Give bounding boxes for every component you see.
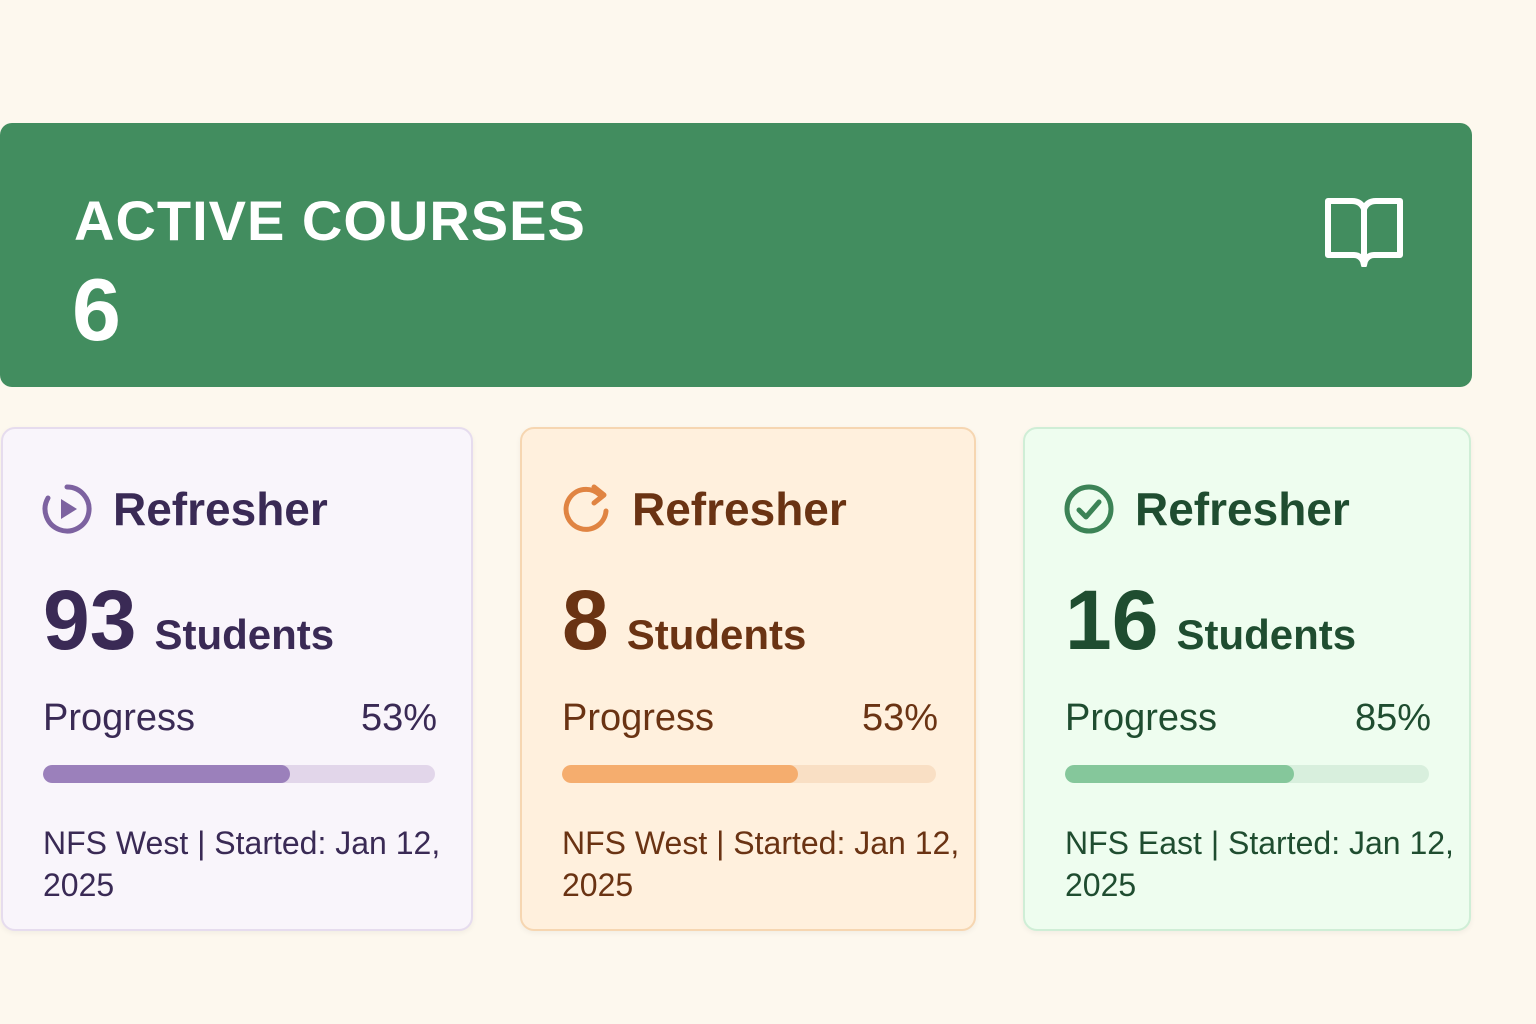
progress-label: Progress bbox=[1065, 697, 1218, 739]
student-count: 16 Students bbox=[1065, 575, 1356, 665]
progress-percent: 53% bbox=[360, 697, 437, 739]
course-meta: NFS West | Started: Jan 12, 2025 bbox=[562, 825, 960, 903]
active-courses-banner: ACTIVE COURSES 6 bbox=[0, 123, 1472, 387]
progress-bar bbox=[562, 765, 936, 783]
progress-fill bbox=[43, 765, 290, 783]
course-card[interactable]: Refresher 93 Students Progress 53% NFS W… bbox=[1, 427, 473, 931]
student-count-value: 93 bbox=[43, 573, 137, 667]
student-count: 8 Students bbox=[562, 575, 806, 665]
open-book-icon bbox=[1325, 198, 1403, 267]
progress-percent: 53% bbox=[861, 697, 938, 739]
card-title: Refresher bbox=[632, 483, 847, 535]
student-count-label: Students bbox=[1176, 611, 1357, 658]
card-title: Refresher bbox=[1135, 483, 1350, 535]
card-header: Refresher bbox=[560, 481, 847, 537]
active-courses-title: ACTIVE COURSES bbox=[74, 189, 586, 252]
progress-fill bbox=[1065, 765, 1295, 783]
student-count-value: 8 bbox=[562, 573, 609, 667]
course-card[interactable]: Refresher 8 Students Progress 53% NFS We… bbox=[520, 427, 976, 931]
progress-fill bbox=[562, 765, 798, 783]
progress-bar bbox=[1065, 765, 1429, 783]
card-header: Refresher bbox=[1063, 481, 1350, 537]
progress-row: Progress 85% bbox=[1065, 695, 1431, 741]
progress-percent: 85% bbox=[1354, 697, 1431, 739]
student-count: 93 Students bbox=[43, 575, 334, 665]
card-header: Refresher bbox=[41, 481, 328, 537]
progress-row: Progress 53% bbox=[562, 695, 938, 741]
check-circle-icon bbox=[1064, 484, 1114, 534]
progress-label: Progress bbox=[562, 697, 715, 739]
student-count-value: 16 bbox=[1065, 573, 1159, 667]
refresh-icon bbox=[563, 484, 609, 532]
progress-label: Progress bbox=[43, 697, 196, 739]
course-meta: NFS East | Started: Jan 12, 2025 bbox=[1065, 825, 1454, 903]
student-count-label: Students bbox=[154, 611, 335, 658]
progress-bar bbox=[43, 765, 435, 783]
course-meta: NFS West | Started: Jan 12, 2025 bbox=[43, 825, 441, 903]
course-card[interactable]: Refresher 16 Students Progress 85% NFS E… bbox=[1023, 427, 1471, 931]
play-progress-icon bbox=[42, 484, 92, 534]
card-title: Refresher bbox=[113, 483, 328, 535]
progress-row: Progress 53% bbox=[43, 695, 437, 741]
active-courses-count: 6 bbox=[72, 260, 121, 359]
student-count-label: Students bbox=[626, 611, 807, 658]
